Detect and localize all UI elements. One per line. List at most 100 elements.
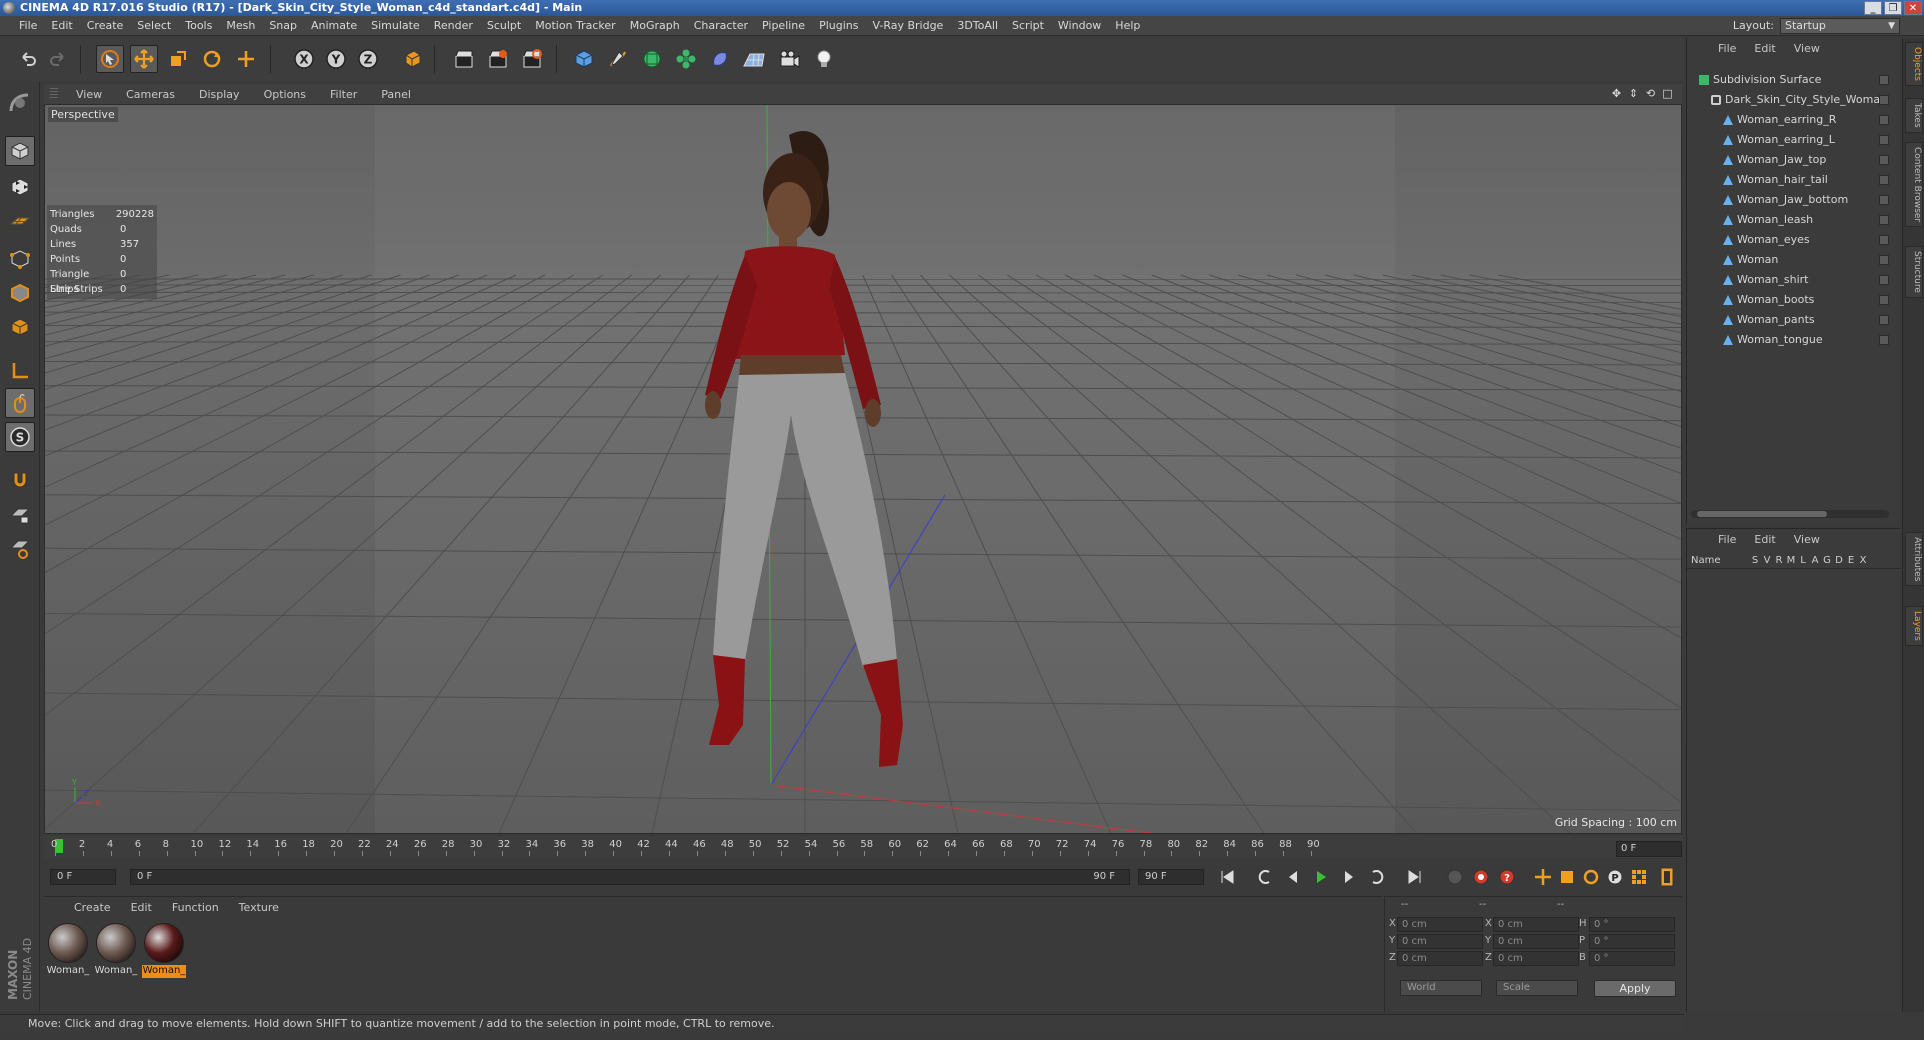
toggle-layout-icon[interactable]: □ (1661, 87, 1674, 100)
object-visibility-toggle[interactable] (1879, 135, 1889, 145)
view-name-label[interactable]: Perspective (48, 107, 118, 122)
current-frame-field[interactable]: 0 F (1616, 841, 1682, 857)
side-tab-attributes[interactable]: Attributes (1905, 532, 1923, 587)
menu-edit[interactable]: Edit (44, 19, 79, 32)
rotate-tool-button[interactable] (198, 45, 226, 73)
points-mode-button[interactable] (5, 244, 35, 274)
menu-tools[interactable]: Tools (178, 19, 219, 32)
layer-menu-view[interactable]: View (1785, 533, 1829, 546)
layer-flag-column[interactable]: D (1833, 555, 1845, 566)
material-menu-texture[interactable]: Texture (229, 901, 289, 914)
orbit-view-icon[interactable]: ⟲ (1644, 87, 1657, 100)
scale-tool-button[interactable] (164, 45, 192, 73)
menu-script[interactable]: Script (1005, 19, 1051, 32)
rotation-b-field[interactable]: 0 ° (1589, 951, 1675, 966)
dolly-view-icon[interactable]: ⇕ (1627, 87, 1640, 100)
material-menu-edit[interactable]: Edit (121, 901, 162, 914)
object-row[interactable]: Woman_leash (1691, 210, 1889, 230)
add-subdivision-button[interactable] (638, 45, 666, 73)
next-key-button[interactable] (1364, 865, 1390, 889)
object-row[interactable]: Subdivision Surface (1691, 70, 1889, 90)
render-to-picture-viewer-button[interactable] (484, 45, 512, 73)
viewport-menu-filter[interactable]: Filter (318, 88, 369, 101)
menu-window[interactable]: Window (1051, 19, 1108, 32)
material-menu-function[interactable]: Function (162, 901, 229, 914)
undo-button[interactable] (14, 45, 42, 73)
keyframe-selection-button[interactable]: ? (1494, 865, 1520, 889)
side-tab-structure[interactable]: Structure (1905, 246, 1923, 298)
object-visibility-toggle[interactable] (1879, 95, 1889, 105)
axis-mode-button[interactable] (5, 356, 35, 386)
menu-v-ray-bridge[interactable]: V-Ray Bridge (865, 19, 950, 32)
position-x-field[interactable]: 0 cm (1397, 917, 1483, 932)
go-to-end-button[interactable] (1402, 865, 1428, 889)
apply-button[interactable]: Apply (1594, 980, 1676, 997)
add-camera-button[interactable] (776, 45, 804, 73)
object-visibility-toggle[interactable] (1879, 115, 1889, 125)
render-view-button[interactable] (450, 45, 478, 73)
object-menu-file[interactable]: File (1709, 42, 1745, 55)
material-menu-create[interactable]: Create (64, 901, 121, 914)
add-cube-button[interactable] (570, 45, 598, 73)
play-button[interactable] (1308, 865, 1334, 889)
object-visibility-toggle[interactable] (1879, 215, 1889, 225)
render-settings-button[interactable] (518, 45, 546, 73)
edges-mode-button[interactable] (5, 278, 35, 308)
viewport-menu-view[interactable]: View (64, 88, 114, 101)
minimize-button[interactable]: _ (1864, 1, 1882, 15)
viewport-menu-panel[interactable]: Panel (369, 88, 423, 101)
tweak-mode-button[interactable] (5, 388, 35, 418)
menu-pipeline[interactable]: Pipeline (755, 19, 812, 32)
object-row[interactable]: Woman_pants (1691, 310, 1889, 330)
key-rotation-button[interactable] (1578, 865, 1604, 889)
object-row[interactable]: Woman_earring_R (1691, 110, 1889, 130)
autokeying-button[interactable] (1468, 865, 1494, 889)
object-row[interactable]: Woman_earring_L (1691, 130, 1889, 150)
object-scrollbar[interactable] (1691, 510, 1889, 518)
workplane-mode-button[interactable] (5, 206, 35, 236)
size-z-field[interactable]: 0 cm (1493, 951, 1579, 966)
previous-frame-button[interactable] (1280, 865, 1306, 889)
material-swatch[interactable]: Woman_ (46, 923, 90, 985)
z-axis-lock-button[interactable]: Z (354, 45, 382, 73)
recent-tool-button[interactable] (232, 45, 260, 73)
y-axis-lock-button[interactable]: Y (322, 45, 350, 73)
menu-file[interactable]: File (12, 19, 44, 32)
move-tool-button[interactable] (130, 45, 158, 73)
layer-flag-column[interactable]: M (1785, 555, 1797, 566)
position-z-field[interactable]: 0 cm (1397, 951, 1483, 966)
viewport-menu-options[interactable]: Options (252, 88, 318, 101)
key-pla-button[interactable] (1626, 865, 1652, 889)
planar-workplane-button[interactable] (5, 534, 35, 564)
x-axis-lock-button[interactable]: X (290, 45, 318, 73)
object-row[interactable]: Woman_Jaw_bottom (1691, 190, 1889, 210)
object-row[interactable]: Dark_Skin_City_Style_Woman (1691, 90, 1889, 110)
menu-simulate[interactable]: Simulate (364, 19, 427, 32)
rotation-h-field[interactable]: 0 ° (1589, 917, 1675, 932)
snapping-button[interactable]: S (5, 422, 35, 452)
layer-name-column[interactable]: Name (1687, 555, 1749, 566)
object-visibility-toggle[interactable] (1879, 195, 1889, 205)
end-frame-field[interactable]: 90 F (1138, 869, 1204, 885)
object-visibility-toggle[interactable] (1879, 275, 1889, 285)
object-row[interactable]: Woman_tongue (1691, 330, 1889, 350)
polygons-mode-button[interactable] (5, 312, 35, 342)
add-cloner-button[interactable] (672, 45, 700, 73)
timeline-window-button[interactable] (1654, 865, 1680, 889)
add-deformer-button[interactable] (706, 45, 734, 73)
rotation-p-field[interactable]: 0 ° (1589, 934, 1675, 949)
menu-animate[interactable]: Animate (304, 19, 364, 32)
key-position-button[interactable] (1530, 865, 1556, 889)
layer-flag-column[interactable]: V (1761, 555, 1773, 566)
previous-key-button[interactable] (1252, 865, 1278, 889)
key-scale-button[interactable] (1554, 865, 1580, 889)
coordinate-space-dropdown[interactable]: World (1400, 980, 1482, 996)
make-editable-button[interactable] (5, 88, 35, 118)
layer-flag-column[interactable]: L (1797, 555, 1809, 566)
locked-workplane-button[interactable] (5, 500, 35, 530)
menu-snap[interactable]: Snap (262, 19, 304, 32)
menu-plugins[interactable]: Plugins (812, 19, 865, 32)
live-selection-button[interactable] (96, 45, 124, 73)
go-to-start-button[interactable] (1214, 865, 1240, 889)
panel-grip[interactable] (50, 88, 58, 100)
